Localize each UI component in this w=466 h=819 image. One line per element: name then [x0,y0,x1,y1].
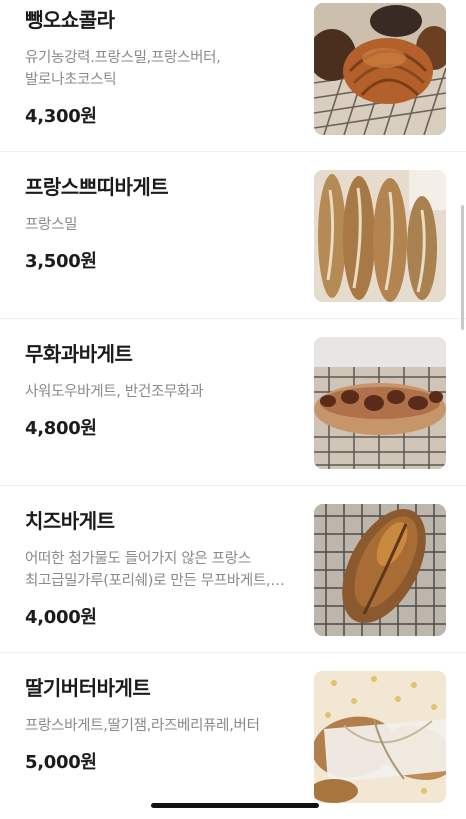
menu-item-price: 5,000원 [25,752,97,773]
menu-item-info: 프랑스쁘띠바게트 프랑스밀 3,500원 [25,174,303,274]
menu-item-info: 치즈바게트 어떠한 첨가물도 들어가지 않은 프랑스 최고급밀가루(포리쉐)로 … [25,508,303,630]
scrollbar[interactable] [461,205,464,330]
menu-item-name: 딸기버터바게트 [25,676,151,700]
menu-item-petit-baguette[interactable]: 프랑스쁘띠바게트 프랑스밀 3,500원 [0,152,466,319]
menu-item-price: 4,300원 [25,106,97,127]
fig-baguette-photo[interactable] [314,337,446,469]
menu-item-description: 어떠한 첨가물도 들어가지 않은 프랑스 최고급밀가루(포리쉐)로 만든 무프바… [25,551,271,589]
menu-item-info: 뺑오쇼콜라 유기농강력.프랑스밀,프랑스버터,발로나초코스틱 4,300원 [25,7,303,129]
menu-item-description: 유기농강력.프랑스밀,프랑스버터,발로나초코스틱 [25,50,221,88]
pain-au-chocolat-photo[interactable] [314,3,446,135]
menu-item-fig-baguette[interactable]: 무화과바게트 사워도우바게트, 반건조무화과 4,800원 [0,319,466,486]
menu-item-name: 무화과바게트 [25,342,133,366]
menu-item-description: 프랑스밀 [25,217,78,233]
home-indicator[interactable] [151,803,319,808]
menu-item-info: 딸기버터바게트 프랑스바게트,딸기잼,라즈베리퓨레,버터 5,000원 [25,675,303,775]
menu-page: 뺑오쇼콜라 유기농강력.프랑스밀,프랑스버터,발로나초코스틱 4,300원 프랑… [0,0,466,819]
menu-item-name: 프랑스쁘띠바게트 [25,175,169,199]
menu-item-name: 치즈바게트 [25,509,115,533]
menu-item-strawberry-butter-baguette[interactable]: 딸기버터바게트 프랑스바게트,딸기잼,라즈베리퓨레,버터 5,000원 [0,653,466,819]
menu-item-description: 프랑스바게트,딸기잼,라즈베리퓨레,버터 [25,718,260,734]
menu-item-info: 무화과바게트 사워도우바게트, 반건조무화과 4,800원 [25,341,303,441]
menu-item-description: 사워도우바게트, 반건조무화과 [25,384,204,400]
menu-item-price: 3,500원 [25,251,97,272]
menu-item-price: 4,800원 [25,418,97,439]
menu-item-name: 뺑오쇼콜라 [25,8,115,32]
menu-item-pain-au-chocolat[interactable]: 뺑오쇼콜라 유기농강력.프랑스밀,프랑스버터,발로나초코스틱 4,300원 [0,0,466,152]
petit-baguette-photo[interactable] [314,170,446,302]
strawberry-butter-baguette-photo[interactable] [314,671,446,803]
menu-item-price: 4,000원 [25,607,97,628]
cheese-baguette-photo[interactable] [314,504,446,636]
menu-list: 뺑오쇼콜라 유기농강력.프랑스밀,프랑스버터,발로나초코스틱 4,300원 프랑… [0,0,466,819]
menu-item-cheese-baguette[interactable]: 치즈바게트 어떠한 첨가물도 들어가지 않은 프랑스 최고급밀가루(포리쉐)로 … [0,486,466,653]
